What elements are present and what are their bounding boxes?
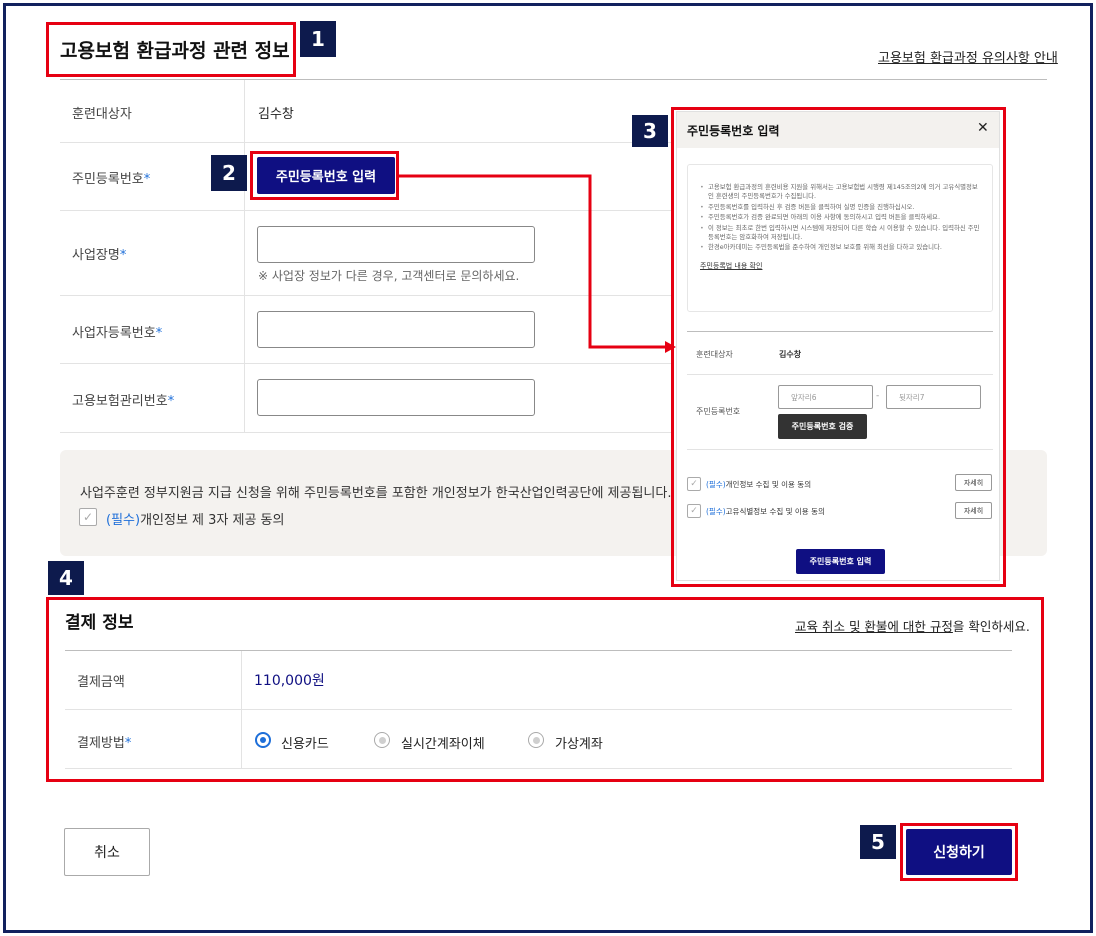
insno-input[interactable] bbox=[257, 379, 535, 416]
connector-arrow bbox=[399, 174, 676, 353]
highlight-box-3 bbox=[671, 107, 1006, 587]
check-icon: ✓ bbox=[82, 510, 94, 524]
amount-label: 결제금액 bbox=[77, 675, 125, 690]
trainee-value: 김수창 bbox=[258, 107, 294, 122]
insurance-notice-link[interactable]: 고용보험 환급과정 유의사항 안내 bbox=[878, 47, 1058, 66]
rrn-label: 주민등록번호* bbox=[72, 172, 151, 187]
refund-rule-link[interactable]: 교육 취소 및 환불에 대한 규정 bbox=[795, 619, 953, 634]
highlight-box-2 bbox=[250, 151, 399, 200]
highlight-box-1 bbox=[46, 22, 296, 77]
cancel-button[interactable]: 취소 bbox=[64, 828, 150, 876]
row-divider bbox=[60, 432, 672, 433]
company-label: 사업장명* bbox=[72, 248, 127, 263]
third-party-consent-label: (필수)개인정보 제 3자 제공 동의 bbox=[106, 513, 285, 528]
bizno-label: 사업자등록번호* bbox=[72, 326, 163, 341]
radio-virtual-account[interactable] bbox=[528, 732, 544, 748]
payment-divider bbox=[65, 650, 1012, 651]
insno-label: 고용보험관리번호* bbox=[72, 394, 175, 409]
consent-text: 사업주훈련 정부지원금 지급 신청을 위해 주민등록번호를 포함한 개인정보가 … bbox=[80, 486, 672, 501]
payment-row-divider bbox=[65, 709, 1012, 710]
highlight-box-5 bbox=[900, 823, 1018, 881]
row-divider bbox=[60, 142, 672, 143]
annotation-badge-5: 5 bbox=[860, 825, 896, 859]
annotation-badge-2: 2 bbox=[211, 155, 247, 191]
trainee-label: 훈련대상자 bbox=[72, 107, 132, 122]
annotation-badge-1: 1 bbox=[300, 21, 336, 57]
row-divider bbox=[60, 363, 672, 364]
payment-column-divider bbox=[241, 651, 242, 769]
radio-realtime-transfer[interactable] bbox=[374, 732, 390, 748]
refund-rule-text: 교육 취소 및 환불에 대한 규정을 확인하세요. bbox=[795, 619, 1030, 634]
radio-credit-card[interactable] bbox=[255, 732, 271, 748]
payment-section-title: 결제 정보 bbox=[65, 613, 134, 633]
section-divider bbox=[60, 79, 1047, 80]
credit-card-label: 신용카드 bbox=[281, 737, 329, 752]
virtual-account-label: 가상계좌 bbox=[555, 737, 603, 752]
method-label: 결제방법* bbox=[77, 736, 132, 751]
annotation-badge-4: 4 bbox=[48, 561, 84, 595]
realtime-transfer-label: 실시간계좌이체 bbox=[401, 737, 485, 752]
payment-row-divider bbox=[65, 768, 1012, 769]
third-party-consent-checkbox[interactable]: ✓ bbox=[79, 508, 97, 526]
table-column-divider bbox=[244, 80, 245, 432]
annotation-badge-3: 3 bbox=[632, 115, 668, 147]
amount-value: 110,000원 bbox=[254, 673, 325, 689]
